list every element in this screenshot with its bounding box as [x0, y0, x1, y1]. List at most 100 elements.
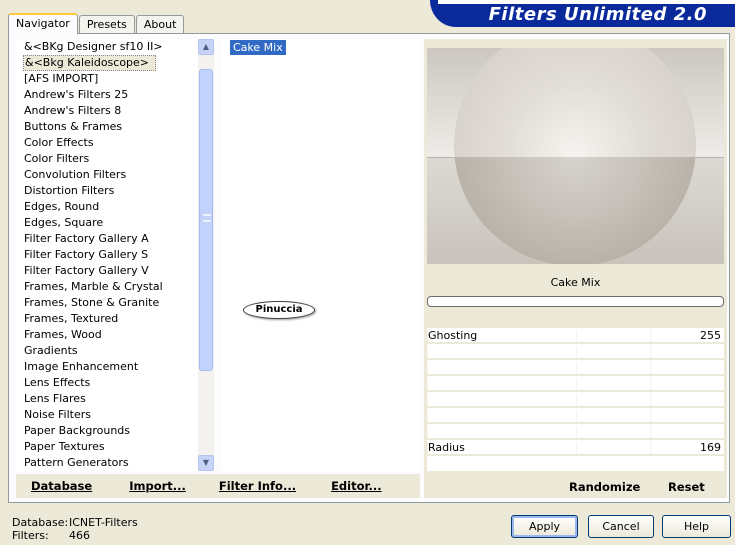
- category-item[interactable]: &<BKg Designer sf10 II>: [16, 39, 198, 55]
- parameter-sliders: Ghosting 255 Radius 169: [427, 328, 724, 471]
- parameter-slider[interactable]: [427, 424, 724, 440]
- randomize-button[interactable]: Randomize: [569, 480, 640, 494]
- slider-tick: [576, 346, 577, 358]
- slider-tick: [427, 426, 428, 438]
- grip-icon: [203, 214, 211, 222]
- parameter-value: 255: [700, 329, 721, 342]
- database-button[interactable]: Database: [31, 479, 92, 493]
- category-item[interactable]: Andrew's Filters 25: [16, 87, 198, 103]
- sphere-top: [454, 48, 696, 157]
- parameter-slider[interactable]: [427, 408, 724, 424]
- scroll-up-button[interactable]: ▲: [198, 39, 214, 55]
- cancel-button[interactable]: Cancel: [588, 515, 654, 538]
- category-item-label: Frames, Marble & Crystal: [24, 280, 163, 293]
- category-item-label: Filter Factory Gallery A: [24, 232, 149, 245]
- title-banner: Filters Unlimited 2.0: [430, 0, 735, 27]
- slider-tick: [650, 346, 651, 358]
- slider-tick: [427, 394, 428, 406]
- slider-tick: [576, 442, 577, 454]
- category-item[interactable]: Distortion Filters: [16, 183, 198, 199]
- parameter-slider[interactable]: [427, 344, 724, 360]
- category-item-label: Paper Backgrounds: [24, 424, 131, 437]
- tab-about[interactable]: About: [135, 15, 185, 34]
- parameter-slider[interactable]: Radius 169: [427, 440, 724, 456]
- category-scrollbar[interactable]: ▲ ▼: [198, 39, 214, 471]
- category-item-label: Frames, Textured: [24, 312, 119, 325]
- category-item[interactable]: Paper Textures: [16, 439, 198, 455]
- slider-tick: [650, 330, 651, 342]
- filter-info-button[interactable]: Filter Info...: [219, 479, 296, 493]
- help-button[interactable]: Help: [662, 515, 731, 538]
- category-item-label: Filter Factory Gallery S: [24, 248, 149, 261]
- category-item-label: Paper Textures: [24, 440, 105, 453]
- slider-tick: [427, 410, 428, 422]
- category-item[interactable]: Lens Flares: [16, 391, 198, 407]
- category-item[interactable]: Filter Factory Gallery A: [16, 231, 198, 247]
- category-item[interactable]: Frames, Wood: [16, 327, 198, 343]
- category-item-label: &<BKg Designer sf10 II>: [24, 40, 163, 53]
- slider-tick: [576, 362, 577, 374]
- category-item[interactable]: Edges, Square: [16, 215, 198, 231]
- status-database-value: ICNET-Filters: [69, 516, 138, 529]
- scroll-down-button[interactable]: ▼: [198, 455, 214, 471]
- category-item[interactable]: &<Bkg Kaleidoscope>: [16, 55, 198, 71]
- category-item[interactable]: Pattern Generators: [16, 455, 198, 471]
- category-item[interactable]: Color Filters: [16, 151, 198, 167]
- current-filter-name: Cake Mix: [427, 273, 724, 293]
- slider-tick: [576, 426, 577, 438]
- category-item-label: Convolution Filters: [24, 168, 127, 181]
- category-item[interactable]: Convolution Filters: [16, 167, 198, 183]
- category-item-label: Gradients: [24, 344, 78, 357]
- apply-button[interactable]: Apply: [511, 515, 578, 538]
- navigator-button-bar: Database Import... Filter Info... Editor…: [16, 474, 420, 498]
- category-item[interactable]: Filter Factory Gallery V: [16, 263, 198, 279]
- slider-tick: [650, 410, 651, 422]
- category-item[interactable]: Gradients: [16, 343, 198, 359]
- category-item[interactable]: Lens Effects: [16, 375, 198, 391]
- tab-navigator[interactable]: Navigator: [8, 13, 78, 34]
- slider-tick: [650, 362, 651, 374]
- scroll-thumb[interactable]: [199, 69, 213, 371]
- reset-button[interactable]: Reset: [668, 480, 705, 494]
- category-item-label: Edges, Round: [24, 200, 100, 213]
- slider-tick: [576, 394, 577, 406]
- category-item-label: Andrew's Filters 25: [24, 88, 129, 101]
- filter-item-selected[interactable]: Cake Mix: [230, 40, 286, 55]
- slider-tick: [427, 378, 428, 390]
- parameter-label: Radius: [428, 441, 465, 454]
- parameter-slider[interactable]: [427, 360, 724, 376]
- slider-tick: [427, 346, 428, 358]
- category-item[interactable]: Image Enhancement: [16, 359, 198, 375]
- category-item[interactable]: Filter Factory Gallery S: [16, 247, 198, 263]
- slider-tick: [650, 426, 651, 438]
- parameter-value: 169: [700, 441, 721, 454]
- status-filters-value: 466: [69, 529, 90, 542]
- tab-presets[interactable]: Presets: [78, 15, 135, 34]
- parameter-slider[interactable]: [427, 376, 724, 392]
- category-item[interactable]: [AFS IMPORT]: [16, 71, 198, 87]
- parameter-slider[interactable]: [427, 392, 724, 408]
- category-item[interactable]: Edges, Round: [16, 199, 198, 215]
- sphere-bottom: [454, 157, 696, 264]
- parameter-slider[interactable]: Ghosting 255: [427, 328, 724, 344]
- import-button[interactable]: Import...: [129, 479, 186, 493]
- category-item[interactable]: Paper Backgrounds: [16, 423, 198, 439]
- slider-tick: [650, 442, 651, 454]
- category-item[interactable]: Frames, Stone & Granite: [16, 295, 198, 311]
- filter-list: Cake Mix: [222, 39, 420, 471]
- category-item[interactable]: Frames, Textured: [16, 311, 198, 327]
- category-item-label: Noise Filters: [24, 408, 91, 421]
- preview-image: [427, 48, 724, 264]
- category-item-label: Edges, Square: [24, 216, 104, 229]
- category-item[interactable]: Noise Filters: [16, 407, 198, 423]
- category-item[interactable]: Color Effects: [16, 135, 198, 151]
- category-item[interactable]: Frames, Marble & Crystal: [16, 279, 198, 295]
- category-item-label: Buttons & Frames: [24, 120, 123, 133]
- category-item[interactable]: Andrew's Filters 8: [16, 103, 198, 119]
- category-item[interactable]: Buttons & Frames: [16, 119, 198, 135]
- slider-pointer-icon: [616, 462, 630, 470]
- editor-button[interactable]: Editor...: [331, 479, 382, 493]
- preview-sphere: [454, 48, 696, 264]
- category-item-label: Filter Factory Gallery V: [24, 264, 149, 277]
- tab-strip: Navigator Presets About: [8, 13, 185, 34]
